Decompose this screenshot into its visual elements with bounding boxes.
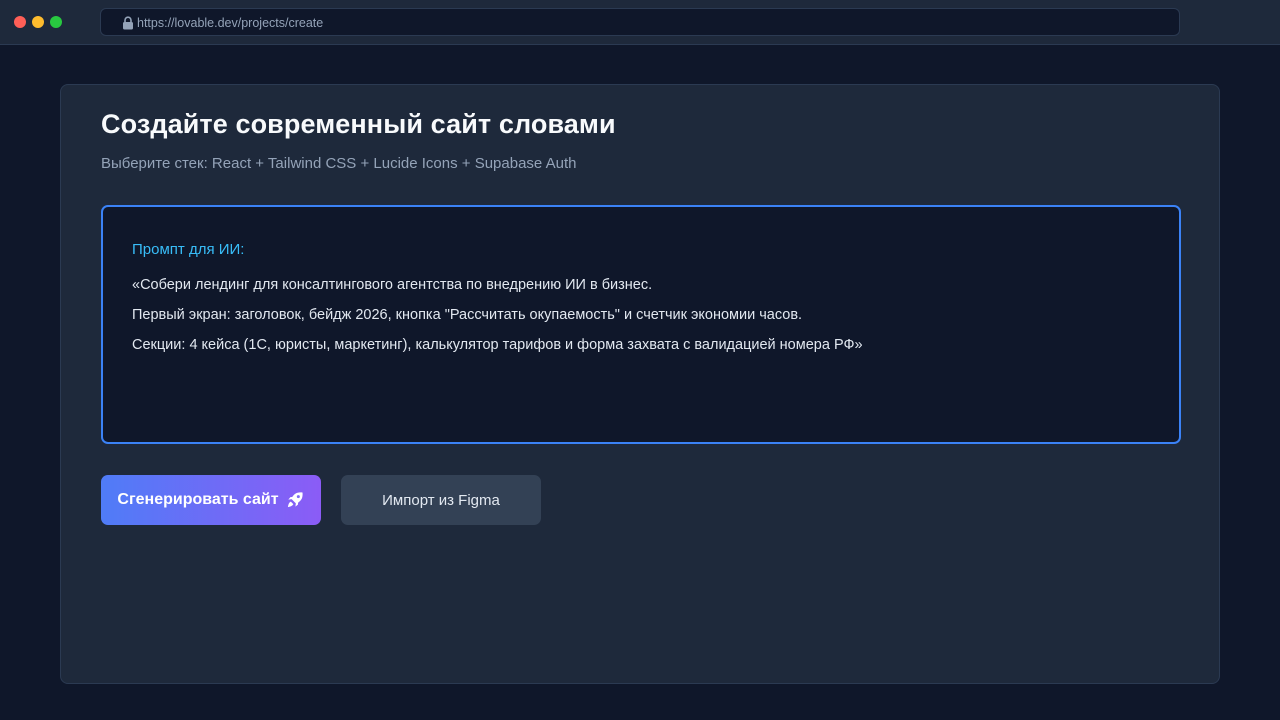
address-bar[interactable]: https://lovable.dev/projects/create xyxy=(100,8,1180,36)
prompt-textarea[interactable]: Промпт для ИИ: «Собери лендинг для конса… xyxy=(101,205,1181,444)
rocket-icon xyxy=(287,492,303,508)
import-figma-button[interactable]: Импорт из Figma xyxy=(341,475,541,525)
page-title: Создайте современный сайт словами xyxy=(101,109,616,139)
prompt-line: «Собери лендинг для консалтингового аген… xyxy=(132,277,653,293)
lock-icon xyxy=(123,16,133,30)
window-maximize-button[interactable] xyxy=(50,16,62,28)
window-close-button[interactable] xyxy=(14,16,26,28)
generate-site-button[interactable]: Сгенерировать сайт xyxy=(101,475,321,525)
url-text: https://lovable.dev/projects/create xyxy=(137,16,324,30)
window-minimize-button[interactable] xyxy=(32,16,44,28)
generate-site-label: Сгенерировать сайт xyxy=(117,491,279,508)
create-project-card: Создайте современный сайт словами Выбери… xyxy=(60,84,1220,684)
prompt-line: Первый экран: заголовок, бейдж 2026, кно… xyxy=(132,307,803,323)
page-subtitle: Выберите стек: React + Tailwind CSS + Lu… xyxy=(101,155,577,172)
prompt-label: Промпт для ИИ: xyxy=(132,241,245,258)
browser-toolbar: https://lovable.dev/projects/create xyxy=(0,0,1280,45)
prompt-line: Секции: 4 кейса (1С, юристы, маркетинг),… xyxy=(132,337,863,353)
